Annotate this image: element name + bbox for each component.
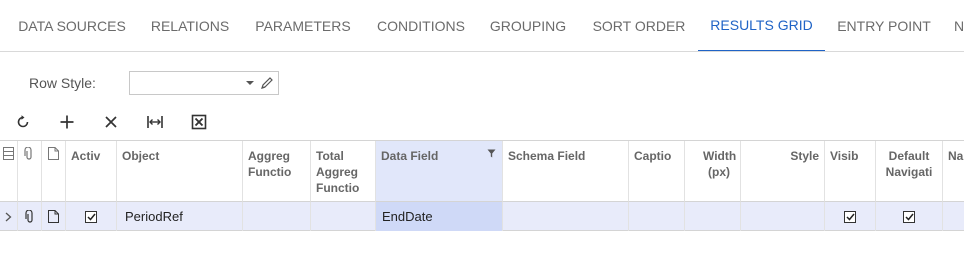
column-header-style[interactable]: Style [741,141,825,202]
column-header-aggregate-function[interactable]: Aggreg Functio [243,141,311,202]
tab-results-grid[interactable]: RESULTS GRID [698,0,825,51]
column-header-schema-field[interactable]: Schema Field [503,141,629,202]
aggregate-function-cell[interactable] [243,202,311,231]
default-navigation-checkbox[interactable] [903,210,915,223]
fit-width-icon[interactable] [144,111,166,133]
tab-data-sources[interactable]: DATA SOURCES [0,0,144,51]
row-selector-header[interactable] [0,141,18,202]
column-header-data-field[interactable]: Data Field [376,141,503,202]
checkmark-icon [904,213,914,221]
column-header-visible[interactable]: Visib [825,141,876,202]
row-note-cell[interactable] [42,202,66,231]
column-header-default-navigation[interactable]: Default Navigati [876,141,943,202]
filter-icon[interactable] [487,149,496,158]
paperclip-icon[interactable] [24,210,35,223]
results-grid: Activ Object Aggreg Functio Total Aggreg… [0,140,964,264]
refresh-icon[interactable] [12,111,34,133]
export-excel-icon[interactable] [188,111,210,133]
column-header-active[interactable]: Activ [66,141,117,202]
grid-settings-icon[interactable] [3,147,14,160]
column-header-na[interactable]: Na [943,141,964,202]
row-style-select[interactable] [129,71,279,95]
checkmark-icon [845,213,855,221]
add-icon[interactable] [56,111,78,133]
column-header-width[interactable]: Width (px) [685,141,741,202]
note-icon [48,147,59,160]
paperclip-icon [24,146,32,160]
style-cell[interactable] [741,202,825,231]
tab-next[interactable]: N [954,0,964,51]
row-expand-cell[interactable] [0,202,18,231]
tab-grouping[interactable]: GROUPING [478,0,578,51]
visible-checkbox[interactable] [844,210,856,223]
visible-cell[interactable] [825,202,876,231]
attachment-column-header[interactable] [18,141,42,202]
total-aggregate-cell[interactable] [311,202,376,231]
note-column-header[interactable] [42,141,66,202]
tab-parameters[interactable]: PARAMETERS [243,0,363,51]
checkmark-icon [86,213,96,221]
row-attachment-cell[interactable] [18,202,42,231]
caption-cell[interactable] [629,202,685,231]
row-style-label: Row Style: [29,75,96,91]
tab-relations[interactable]: RELATIONS [138,0,242,51]
pencil-icon[interactable] [260,76,274,90]
na-cell[interactable] [943,202,964,231]
table-row[interactable]: PeriodRef EndDate [0,202,964,231]
tab-sort-order[interactable]: SORT ORDER [582,0,696,51]
note-icon[interactable] [48,210,59,223]
data-field-header-label: Data Field [381,149,439,163]
tab-entry-point[interactable]: ENTRY POINT [828,0,940,51]
default-navigation-cell[interactable] [876,202,943,231]
data-field-cell[interactable]: EndDate [376,202,503,231]
tab-bar: DATA SOURCES RELATIONS PARAMETERS CONDIT… [0,0,964,52]
tab-conditions[interactable]: CONDITIONS [364,0,478,51]
active-cell[interactable] [66,202,117,231]
grid-toolbar [0,108,964,136]
column-header-object[interactable]: Object [117,141,243,202]
active-checkbox[interactable] [85,210,97,223]
schema-field-cell[interactable] [503,202,629,231]
chevron-right-icon[interactable] [5,212,12,222]
column-header-total-aggregate[interactable]: Total Aggreg Functio [311,141,376,202]
object-cell[interactable]: PeriodRef [117,202,243,231]
column-header-caption[interactable]: Captio [629,141,685,202]
delete-icon[interactable] [100,111,122,133]
width-cell[interactable] [685,202,741,231]
chevron-down-icon[interactable] [246,81,254,85]
